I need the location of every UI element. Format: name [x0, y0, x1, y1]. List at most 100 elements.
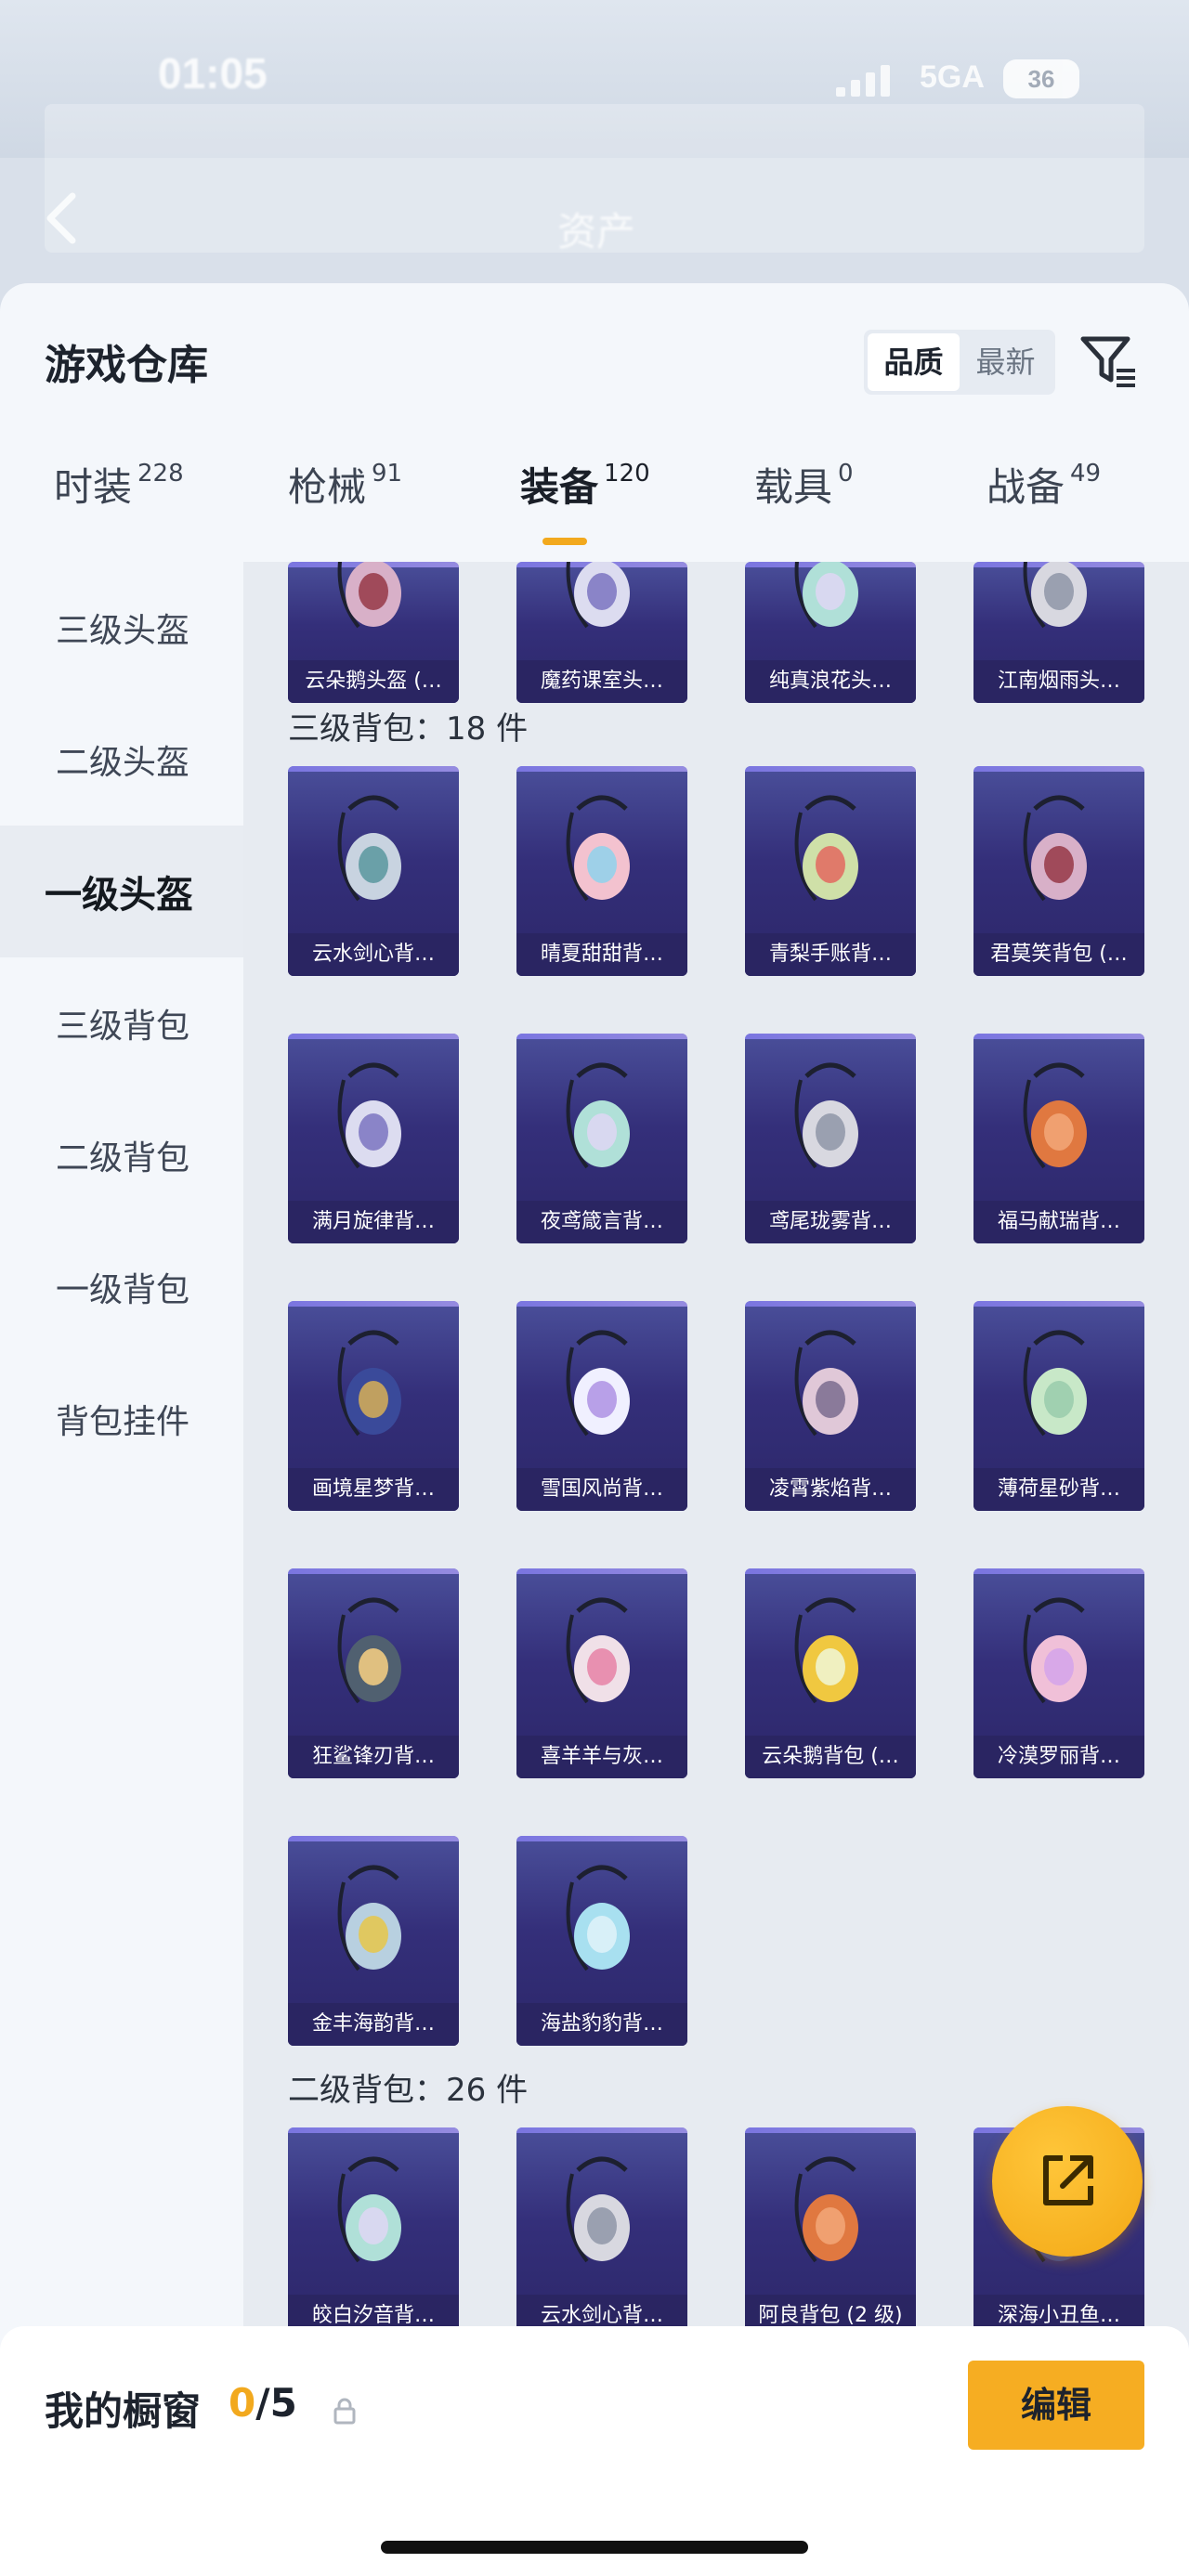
item-card[interactable]: 满月旋律背…	[288, 1034, 459, 1243]
item-name: 满月旋律背…	[288, 1201, 459, 1243]
item-card[interactable]: 薄荷星砂背…	[973, 1301, 1144, 1511]
sidebar: 三级头盔 二级头盔 一级头盔 三级背包 二级背包 一级背包 背包挂件	[0, 562, 243, 2419]
item-card[interactable]: 阿良背包 (2 级)	[745, 2127, 916, 2337]
sort-toggle: 品质 最新	[864, 330, 1055, 395]
item-card[interactable]: 冷漠罗丽背…	[973, 1568, 1144, 1778]
item-card[interactable]: 凌霄紫焰背…	[745, 1301, 916, 1511]
warehouse-sheet: 游戏仓库 品质 最新 时装 228 枪械 91 装备 120 载具 0 战备 49 三级头…	[0, 283, 1189, 2576]
sort-quality-button[interactable]: 品质	[868, 333, 960, 391]
page-title: 资产	[557, 209, 636, 254]
tab-guns[interactable]: 枪械 91	[288, 441, 402, 543]
item-name: 鸢尾珑雾背…	[745, 1201, 916, 1243]
item-card[interactable]: 福马献瑞背…	[973, 1034, 1144, 1243]
item-name: 金丰海韵背…	[288, 2003, 459, 2046]
item-card[interactable]: 喜羊羊与灰…	[516, 1568, 687, 1778]
sidebar-item-level1-helmet[interactable]: 一级头盔	[0, 826, 243, 957]
signal-icon	[836, 65, 892, 97]
item-card[interactable]: 鸢尾珑雾背…	[745, 1034, 916, 1243]
item-card[interactable]: 画境星梦背…	[288, 1301, 459, 1511]
item-thumbnail-icon	[337, 1062, 401, 1169]
item-thumbnail-icon	[1023, 1597, 1087, 1704]
tab-count: 120	[604, 460, 650, 488]
filter-icon[interactable]	[1079, 332, 1139, 391]
item-card[interactable]: 云水剑心背…	[516, 2127, 687, 2337]
item-card[interactable]: 魔药课室头…	[516, 562, 687, 703]
tab-vehicles[interactable]: 载具 0	[754, 441, 854, 543]
sidebar-item-backpack-charm[interactable]: 背包挂件	[0, 1353, 243, 1485]
share-icon	[1043, 2155, 1093, 2205]
item-name: 喜羊羊与灰…	[516, 1736, 687, 1778]
back-arrow-icon[interactable]	[43, 190, 80, 246]
tab-count: 228	[137, 460, 184, 488]
item-thumbnail-icon	[794, 2156, 858, 2263]
item-name: 青梨手账背…	[745, 933, 916, 976]
item-thumbnail-icon	[1023, 1330, 1087, 1437]
edit-button[interactable]: 编辑	[968, 2361, 1144, 2450]
item-name: 海盐豹豹背…	[516, 2003, 687, 2046]
tab-label: 战备	[986, 464, 1065, 510]
sort-newest-button[interactable]: 最新	[960, 333, 1052, 391]
sidebar-item-level3-backpack[interactable]: 三级背包	[0, 957, 243, 1089]
item-name: 君莫笑背包 (…	[973, 933, 1144, 976]
item-name: 画境星梦背…	[288, 1468, 459, 1511]
item-name: 雪国风尚背…	[516, 1468, 687, 1511]
item-card[interactable]: 纯真浪花头…	[745, 562, 916, 703]
home-indicator	[381, 2541, 808, 2554]
item-card[interactable]: 晴夏甜甜背…	[516, 766, 687, 976]
tab-label: 载具	[754, 464, 833, 510]
item-name: 晴夏甜甜背…	[516, 933, 687, 976]
category-tabs: 时装 228 枪械 91 装备 120 载具 0 战备 49	[0, 441, 1189, 543]
tab-equipment[interactable]: 装备 120	[520, 441, 650, 543]
item-card[interactable]: 皎白汐音背…	[288, 2127, 459, 2337]
showcase-count: 0/5	[229, 2380, 297, 2426]
item-thumbnail-icon	[337, 2156, 401, 2263]
tab-fashion[interactable]: 时装 228	[54, 441, 184, 543]
item-thumbnail-icon	[794, 1062, 858, 1169]
sidebar-item-level1-backpack[interactable]: 一级背包	[0, 1221, 243, 1353]
item-card[interactable]: 云水剑心背…	[288, 766, 459, 976]
item-card[interactable]: 君莫笑背包 (…	[973, 766, 1144, 976]
tab-label: 枪械	[288, 464, 367, 510]
item-name: 薄荷星砂背…	[973, 1468, 1144, 1511]
status-time: 01:05	[158, 49, 268, 98]
showcase-bar: 我的橱窗 0/5 编辑	[0, 2326, 1189, 2576]
showcase-used: 0	[229, 2380, 256, 2426]
sidebar-item-level2-backpack[interactable]: 二级背包	[0, 1089, 243, 1221]
showcase-label: 我的橱窗	[45, 2388, 202, 2434]
item-card[interactable]: 夜鸢箴言背…	[516, 1034, 687, 1243]
item-thumbnail-icon	[794, 562, 858, 629]
sidebar-item-level3-helmet[interactable]: 三级头盔	[0, 562, 243, 694]
showcase-total: /5	[255, 2380, 297, 2426]
lock-icon	[333, 2398, 356, 2425]
item-thumbnail-icon	[337, 1865, 401, 1971]
item-name: 云朵鹅背包 (…	[745, 1736, 916, 1778]
tab-combat-supplies[interactable]: 战备 49	[986, 441, 1101, 543]
item-card[interactable]: 云朵鹅背包 (…	[745, 1568, 916, 1778]
sidebar-item-level2-helmet[interactable]: 二级头盔	[0, 694, 243, 826]
item-thumbnail-icon	[794, 1330, 858, 1437]
item-name: 福马献瑞背…	[973, 1201, 1144, 1243]
share-button[interactable]	[992, 2106, 1143, 2257]
item-thumbnail-icon	[566, 2156, 630, 2263]
tab-count: 0	[838, 460, 854, 488]
item-thumbnail-icon	[337, 1597, 401, 1704]
item-name: 纯真浪花头…	[745, 660, 916, 703]
item-thumbnail-icon	[566, 1865, 630, 1971]
item-card[interactable]: 金丰海韵背…	[288, 1836, 459, 2046]
item-name: 江南烟雨头…	[973, 660, 1144, 703]
item-thumbnail-icon	[566, 1330, 630, 1437]
tab-count: 91	[372, 460, 403, 488]
item-thumbnail-icon	[1023, 562, 1087, 629]
item-name: 冷漠罗丽背…	[973, 1736, 1144, 1778]
item-name: 凌霄紫焰背…	[745, 1468, 916, 1511]
item-card[interactable]: 雪国风尚背…	[516, 1301, 687, 1511]
item-card[interactable]: 云朵鹅头盔 (…	[288, 562, 459, 703]
item-card[interactable]: 江南烟雨头…	[973, 562, 1144, 703]
item-card[interactable]: 青梨手账背…	[745, 766, 916, 976]
item-thumbnail-icon	[566, 1062, 630, 1169]
item-name: 狂鲨锋刃背…	[288, 1736, 459, 1778]
item-card[interactable]: 狂鲨锋刃背…	[288, 1568, 459, 1778]
item-card[interactable]: 海盐豹豹背…	[516, 1836, 687, 2046]
item-name: 夜鸢箴言背…	[516, 1201, 687, 1243]
item-thumbnail-icon	[566, 795, 630, 902]
